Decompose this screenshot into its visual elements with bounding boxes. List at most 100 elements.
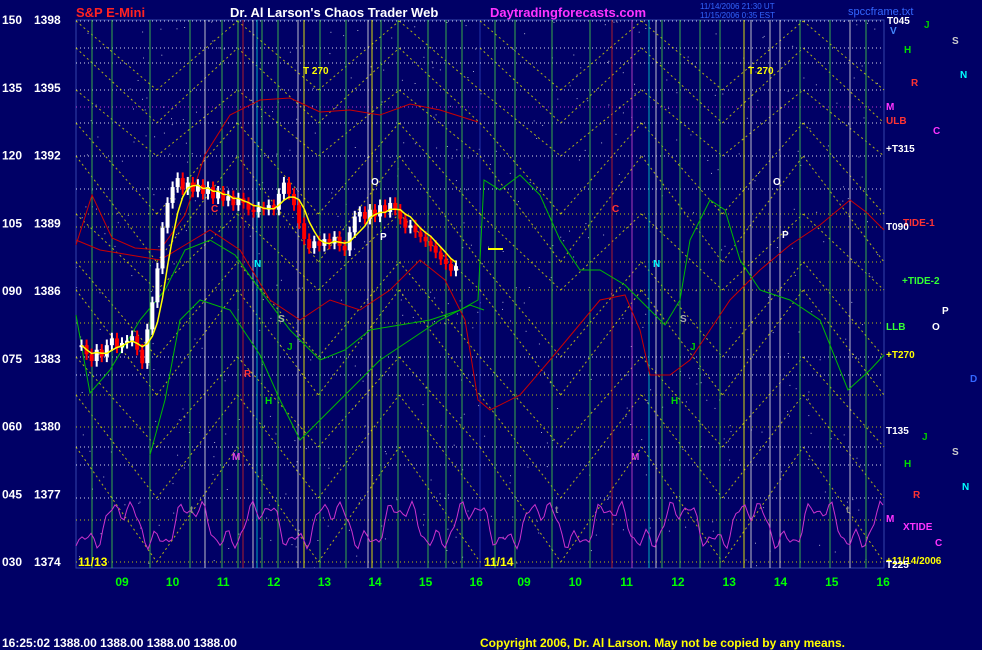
star-dot [747,349,749,351]
star-dot [557,408,559,409]
star-dot [370,66,372,68]
star-dot [96,208,97,210]
star-dot [435,114,437,116]
star-dot [82,434,84,436]
price-bar-body [145,329,150,364]
price-bar-body [378,205,383,217]
chart-annotation: T 270 [748,66,774,77]
star-dot [587,100,589,102]
star-dot [626,374,628,376]
star-dot [268,504,270,506]
price-bar-body [438,252,443,260]
website-link[interactable]: Daytradingforecasts.com [490,5,646,20]
star-dot [423,513,425,515]
star-dot [553,21,555,23]
price-bar-body [200,184,205,194]
x-axis-hour-label: 15 [825,575,839,589]
star-dot [259,537,261,539]
star-dot [578,159,580,161]
star-dot [569,230,570,232]
y-axis-price-label: 1374 [34,555,61,569]
star-dot [423,56,425,58]
star-dot [693,212,694,214]
x-axis-hour-label: 14 [368,575,382,589]
price-bar-body [408,225,413,228]
right-side-label: R [911,78,919,89]
star-dot [354,365,356,367]
star-dot [433,116,435,118]
star-dot [756,565,757,567]
star-dot [509,482,511,484]
price-bar-body [423,236,428,242]
star-dot [867,22,868,24]
star-dot [238,533,240,535]
star-dot [148,562,150,564]
right-side-label: T225 [886,560,909,571]
star-dot [730,431,732,433]
price-bar-body [292,193,297,206]
star-dot [182,408,184,410]
star-dot [579,155,581,157]
x-axis-hour-label: 10 [166,575,180,589]
star-dot [173,263,175,265]
star-dot [546,466,548,468]
star-dot [201,347,203,349]
star-dot [285,493,287,495]
star-dot [348,529,350,531]
star-dot [622,72,624,74]
star-dot [430,291,432,293]
star-dot [259,329,261,331]
right-side-label: H [904,459,911,470]
star-dot [793,208,795,210]
star-dot [270,539,272,541]
star-dot [104,233,106,235]
star-dot [447,528,449,530]
star-dot [795,388,797,390]
star-dot [266,517,268,519]
star-dot [184,27,186,28]
star-dot [808,415,810,417]
star-dot [446,146,448,147]
star-dot [439,493,441,495]
star-dot [780,471,782,473]
chart-annotation: P [782,230,789,241]
star-dot [423,524,424,526]
star-dot [608,60,610,62]
star-dot [746,117,748,119]
star-dot [465,25,467,27]
star-dot [723,438,725,440]
chart-annotation: H [265,396,272,407]
star-dot [478,405,480,407]
x-axis-hour-label: 13 [318,575,332,589]
star-dot [846,501,848,503]
star-dot [174,198,176,200]
star-dot [792,45,794,47]
star-dot [615,133,617,135]
price-bar-body [180,178,185,190]
star-dot [194,338,196,340]
chart-annotation: J [690,342,696,353]
star-dot [362,380,364,382]
star-dot [238,419,240,420]
right-side-label: T135 [886,426,909,437]
star-dot [634,93,636,95]
star-dot [251,99,253,101]
star-dot [711,172,712,174]
star-dot [154,136,156,138]
star-dot [99,328,101,330]
right-side-label: S [952,36,959,47]
star-dot [270,317,272,319]
star-dot [322,517,324,519]
star-dot [211,21,213,23]
star-dot [185,230,187,232]
chart-annotation: N [254,259,261,270]
star-dot [329,53,331,55]
x-axis-hour-label: 09 [517,575,531,589]
star-dot [668,530,670,532]
star-dot [142,98,143,100]
star-dot [712,521,714,523]
y-axis-angle-label: 030 [2,555,22,569]
star-dot [172,483,174,485]
star-dot [484,435,486,437]
price-bar-body [403,218,408,228]
